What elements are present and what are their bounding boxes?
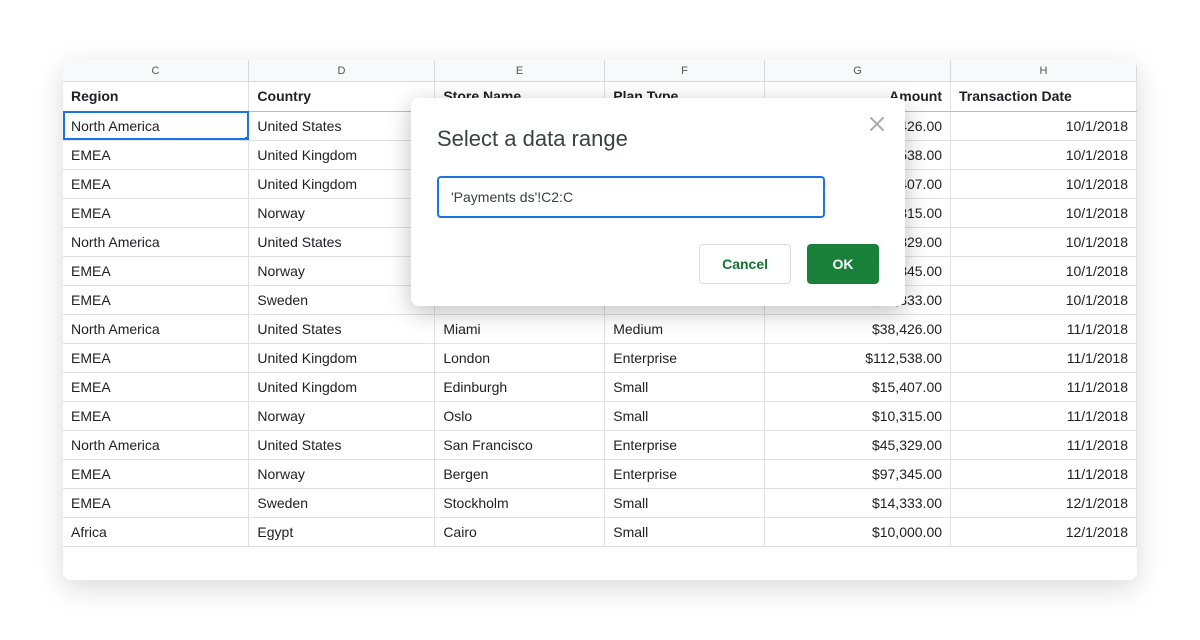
dialog-title: Select a data range xyxy=(437,126,879,152)
col-header-e[interactable]: E xyxy=(435,60,605,81)
cell-region[interactable]: EMEA xyxy=(63,140,249,169)
cell-region[interactable]: EMEA xyxy=(63,401,249,430)
dialog-actions: Cancel OK xyxy=(437,244,879,284)
close-icon[interactable] xyxy=(865,112,889,136)
cell-plan[interactable]: Small xyxy=(605,517,765,546)
cell-country[interactable]: Norway xyxy=(249,401,435,430)
cell-country[interactable]: Egypt xyxy=(249,517,435,546)
cell-store[interactable]: London xyxy=(435,343,605,372)
cell-region[interactable]: Africa xyxy=(63,517,249,546)
header-country[interactable]: Country xyxy=(249,82,435,111)
cell-date[interactable]: 12/1/2018 xyxy=(951,517,1137,546)
cell-store[interactable]: San Francisco xyxy=(435,430,605,459)
cell-date[interactable]: 10/1/2018 xyxy=(951,198,1137,227)
ok-button[interactable]: OK xyxy=(807,244,879,284)
cell-region[interactable]: North America xyxy=(63,430,249,459)
cell-plan[interactable]: Small xyxy=(605,401,765,430)
header-region[interactable]: Region xyxy=(63,82,249,111)
cell-store[interactable]: Edinburgh xyxy=(435,372,605,401)
header-date[interactable]: Transaction Date xyxy=(951,82,1137,111)
cell-date[interactable]: 11/1/2018 xyxy=(951,343,1137,372)
cell-region[interactable]: EMEA xyxy=(63,488,249,517)
cell-store[interactable]: Bergen xyxy=(435,459,605,488)
cell-store[interactable]: Stockholm xyxy=(435,488,605,517)
cell-country[interactable]: Norway xyxy=(249,459,435,488)
cell-date[interactable]: 11/1/2018 xyxy=(951,372,1137,401)
cell-country[interactable]: United States xyxy=(249,430,435,459)
range-input[interactable] xyxy=(437,176,825,218)
cell-region[interactable]: EMEA xyxy=(63,459,249,488)
cell-date[interactable]: 10/1/2018 xyxy=(951,111,1137,140)
cell-country[interactable]: Sweden xyxy=(249,285,435,314)
col-header-g[interactable]: G xyxy=(765,60,951,81)
cell-plan[interactable]: Enterprise xyxy=(605,459,765,488)
cancel-button[interactable]: Cancel xyxy=(699,244,791,284)
selection-handle[interactable] xyxy=(245,137,249,141)
cell-region[interactable]: North America xyxy=(63,111,249,140)
cell-region[interactable]: North America xyxy=(63,314,249,343)
cell-region[interactable]: EMEA xyxy=(63,198,249,227)
col-header-h[interactable]: H xyxy=(951,60,1137,81)
cell-date[interactable]: 10/1/2018 xyxy=(951,140,1137,169)
cell-plan[interactable]: Enterprise xyxy=(605,343,765,372)
table-row: EMEAUnited KingdomLondonEnterprise$112,5… xyxy=(63,343,1137,372)
cell-date[interactable]: 10/1/2018 xyxy=(951,169,1137,198)
table-row: EMEASwedenStockholmSmall$14,333.0012/1/2… xyxy=(63,488,1137,517)
cell-date[interactable]: 11/1/2018 xyxy=(951,401,1137,430)
table-row: North AmericaUnited StatesSan FranciscoE… xyxy=(63,430,1137,459)
cell-amount[interactable]: $112,538.00 xyxy=(765,343,951,372)
cell-date[interactable]: 11/1/2018 xyxy=(951,430,1137,459)
cell-country[interactable]: United States xyxy=(249,314,435,343)
cell-country[interactable]: United Kingdom xyxy=(249,372,435,401)
cell-store[interactable]: Cairo xyxy=(435,517,605,546)
cell-plan[interactable]: Medium xyxy=(605,314,765,343)
cell-country[interactable]: Sweden xyxy=(249,488,435,517)
cell-plan[interactable]: Enterprise xyxy=(605,430,765,459)
cell-country[interactable]: Norway xyxy=(249,256,435,285)
cell-amount[interactable]: $38,426.00 xyxy=(765,314,951,343)
cell-country[interactable]: United Kingdom xyxy=(249,343,435,372)
cell-store[interactable]: Oslo xyxy=(435,401,605,430)
cell-amount[interactable]: $10,315.00 xyxy=(765,401,951,430)
col-header-f[interactable]: F xyxy=(605,60,765,81)
spreadsheet-card: C D E F G H Region Country Store Name Pl… xyxy=(63,60,1137,580)
cell-region[interactable]: EMEA xyxy=(63,343,249,372)
table-row: North AmericaUnited StatesMiamiMedium$38… xyxy=(63,314,1137,343)
table-row: EMEANorwayBergenEnterprise$97,345.0011/1… xyxy=(63,459,1137,488)
cell-plan[interactable]: Small xyxy=(605,372,765,401)
select-range-dialog: Select a data range Cancel OK xyxy=(411,98,905,306)
column-headers-row: C D E F G H xyxy=(63,60,1137,82)
cell-amount[interactable]: $14,333.00 xyxy=(765,488,951,517)
col-header-c[interactable]: C xyxy=(63,60,249,81)
cell-country[interactable]: Norway xyxy=(249,198,435,227)
cell-date[interactable]: 10/1/2018 xyxy=(951,285,1137,314)
cell-date[interactable]: 11/1/2018 xyxy=(951,459,1137,488)
cell-date[interactable]: 12/1/2018 xyxy=(951,488,1137,517)
cell-country[interactable]: United Kingdom xyxy=(249,140,435,169)
cell-region[interactable]: EMEA xyxy=(63,372,249,401)
cell-region[interactable]: EMEA xyxy=(63,285,249,314)
cell-region[interactable]: North America xyxy=(63,227,249,256)
cell-country[interactable]: United Kingdom xyxy=(249,169,435,198)
table-row: EMEAUnited KingdomEdinburghSmall$15,407.… xyxy=(63,372,1137,401)
table-row: EMEANorwayOsloSmall$10,315.0011/1/2018 xyxy=(63,401,1137,430)
cell-amount[interactable]: $45,329.00 xyxy=(765,430,951,459)
cell-date[interactable]: 10/1/2018 xyxy=(951,227,1137,256)
cell-date[interactable]: 10/1/2018 xyxy=(951,256,1137,285)
col-header-d[interactable]: D xyxy=(249,60,435,81)
table-row: AfricaEgyptCairoSmall$10,000.0012/1/2018 xyxy=(63,517,1137,546)
cell-plan[interactable]: Small xyxy=(605,488,765,517)
cell-region[interactable]: EMEA xyxy=(63,256,249,285)
cell-region[interactable]: EMEA xyxy=(63,169,249,198)
cell-store[interactable]: Miami xyxy=(435,314,605,343)
cell-date[interactable]: 11/1/2018 xyxy=(951,314,1137,343)
cell-country[interactable]: United States xyxy=(249,111,435,140)
cell-amount[interactable]: $10,000.00 xyxy=(765,517,951,546)
cell-country[interactable]: United States xyxy=(249,227,435,256)
cell-amount[interactable]: $15,407.00 xyxy=(765,372,951,401)
cell-amount[interactable]: $97,345.00 xyxy=(765,459,951,488)
